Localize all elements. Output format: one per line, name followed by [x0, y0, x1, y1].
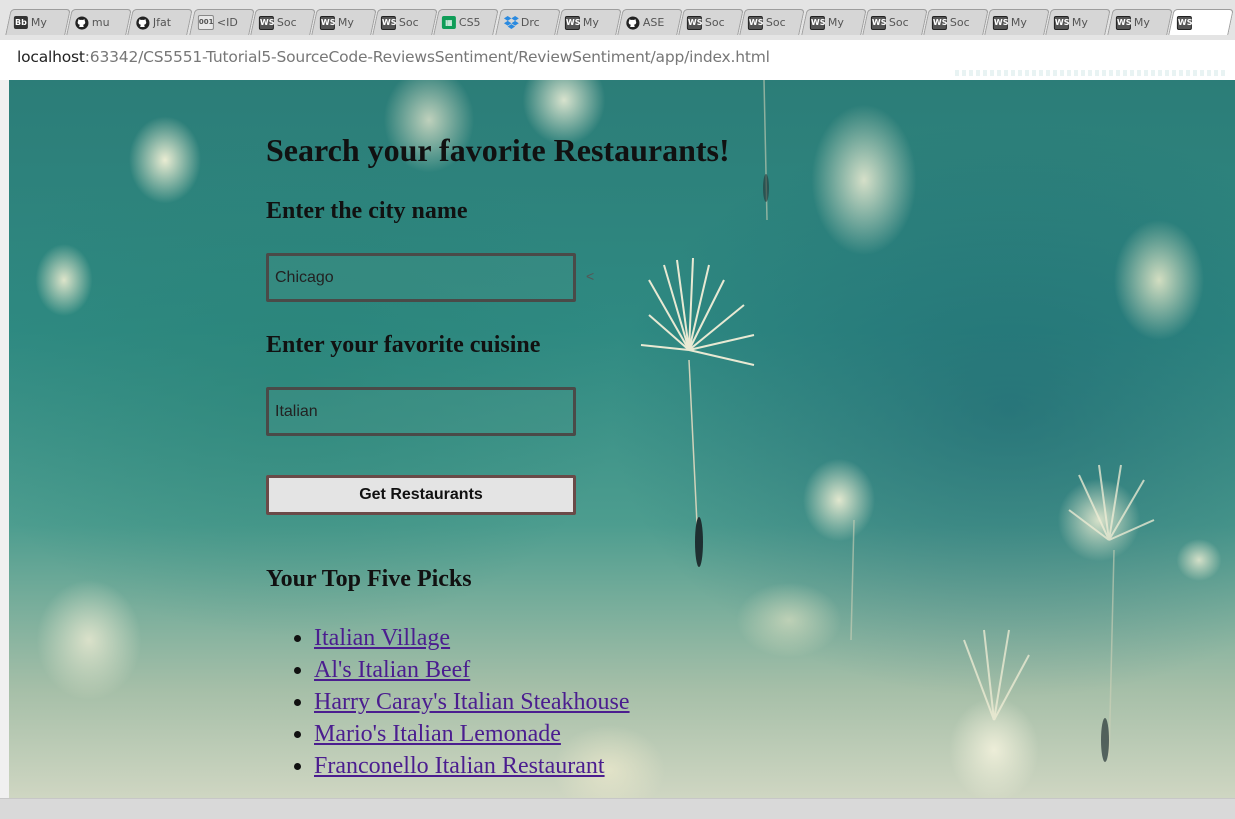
ws-icon: WS	[258, 15, 274, 30]
city-input-caret: <	[586, 268, 595, 284]
ws-icon: WS	[687, 15, 703, 30]
ws-icon: WS	[931, 15, 947, 30]
page-viewport: Search your favorite Restaurants! Enter …	[9, 80, 1235, 798]
cuisine-input[interactable]	[266, 387, 576, 436]
browser-tab-label: mu	[92, 16, 110, 29]
browser-tab-label: Soc	[399, 16, 419, 29]
browser-tab-strip: Bb My mu Jfat 001 <ID WS Soc WS My WS Soc ▦ CS5 Drc WS M…	[0, 0, 1235, 40]
ws-icon: WS	[1176, 15, 1192, 30]
cuisine-label: Enter your favorite cuisine	[266, 332, 541, 358]
browser-tab-label: My	[1072, 16, 1089, 29]
blackboard-icon: Bb	[13, 16, 28, 29]
restaurant-link[interactable]: Franconello Italian Restaurant	[314, 753, 605, 779]
browser-tab-label: My	[1133, 16, 1150, 29]
top-picks-list: Italian Village Al's Italian Beef Harry …	[266, 622, 630, 782]
list-item: Mario's Italian Lemonade	[314, 718, 630, 750]
url-path: :63342/CS5551-Tutorial5-SourceCode-Revie…	[84, 48, 770, 66]
browser-tab-label: Soc	[766, 16, 787, 29]
browser-tab[interactable]: WS Soc	[250, 9, 316, 35]
browser-tab[interactable]: WS Soc	[862, 9, 928, 35]
browser-tab[interactable]: WS My	[1106, 9, 1173, 35]
ws-icon: WS	[1115, 15, 1131, 30]
browser-tab-label: Jfat	[153, 16, 172, 29]
dropbox-icon	[503, 16, 519, 29]
restaurant-link[interactable]: Italian Village	[314, 625, 450, 651]
list-item: Italian Village	[314, 622, 630, 654]
url-host: localhost	[17, 48, 85, 66]
browser-tab[interactable]: WS My	[1045, 9, 1112, 35]
browser-tab-label: My	[1011, 16, 1028, 29]
get-restaurants-button[interactable]: Get Restaurants	[266, 475, 576, 515]
browser-tab[interactable]: WS Soc	[923, 9, 989, 35]
restaurant-link[interactable]: Al's Italian Beef	[314, 657, 470, 683]
browser-tab[interactable]: Jfat	[127, 9, 194, 35]
url-text[interactable]: localhost:63342/CS5551-Tutorial5-SourceC…	[17, 48, 770, 66]
browser-tab-label: My	[337, 16, 354, 29]
browser-tab[interactable]: WS My	[311, 9, 377, 35]
address-bar-decoration	[955, 70, 1225, 76]
browser-tab-label: CS5	[459, 16, 481, 29]
ws-icon: WS	[748, 15, 764, 30]
ws-icon: WS	[564, 15, 580, 30]
browser-tab[interactable]: WS My	[984, 9, 1050, 35]
browser-tab[interactable]: mu	[66, 9, 132, 35]
github-icon	[136, 16, 150, 30]
browser-tab[interactable]: Drc	[494, 9, 561, 35]
browser-tab-label: My	[582, 16, 599, 29]
browser-tab[interactable]: 001 <ID	[188, 9, 255, 35]
list-item: Harry Caray's Italian Steakhouse	[314, 686, 630, 718]
browser-tab-label: Soc	[276, 16, 297, 29]
browser-tab-label: My	[30, 16, 47, 29]
browser-tab[interactable]: WS Soc	[372, 9, 438, 35]
browser-tab-label: Drc	[520, 16, 540, 29]
browser-tab[interactable]: WS Soc	[678, 9, 744, 35]
ws-icon: WS	[319, 15, 335, 30]
browser-tab-label: <ID	[216, 16, 238, 29]
window-left-edge	[0, 80, 9, 798]
github-icon	[75, 16, 89, 30]
browser-tab[interactable]: WS Soc	[739, 9, 806, 35]
address-bar[interactable]: localhost:63342/CS5551-Tutorial5-SourceC…	[0, 40, 1235, 81]
ws-icon: WS	[993, 15, 1009, 30]
list-item: Al's Italian Beef	[314, 654, 630, 686]
restaurant-link[interactable]: Harry Caray's Italian Steakhouse	[314, 689, 630, 715]
browser-tab[interactable]: Bb My	[5, 9, 71, 35]
list-item: Franconello Italian Restaurant	[314, 750, 630, 782]
sheets-icon: ▦	[442, 16, 457, 29]
browser-tab[interactable]: ASE	[617, 9, 683, 35]
browser-tab-label: Soc	[888, 16, 909, 29]
ws-icon: WS	[381, 15, 397, 30]
ws-icon: WS	[809, 15, 825, 30]
ws-icon: WS	[1054, 15, 1070, 30]
dandelion-seed-icon	[640, 257, 755, 567]
browser-tab[interactable]: WS My	[800, 9, 867, 35]
city-input[interactable]	[266, 253, 576, 302]
city-label: Enter the city name	[266, 198, 468, 224]
restaurant-link[interactable]: Mario's Italian Lemonade	[314, 721, 561, 747]
page-title: Search your favorite Restaurants!	[266, 132, 730, 168]
browser-tab[interactable]: WS My	[556, 9, 622, 35]
browser-tab-label: Soc	[949, 16, 970, 29]
browser-tab[interactable]: ▦ CS5	[433, 9, 500, 35]
browser-tab[interactable]: WS	[1168, 9, 1234, 35]
browser-tab-label: Soc	[705, 16, 725, 29]
github-icon	[626, 16, 640, 30]
browser-tab-label: ASE	[642, 16, 665, 29]
ws-icon: WS	[870, 15, 886, 30]
top-picks-heading: Your Top Five Picks	[266, 566, 472, 592]
browser-tab-label: My	[827, 16, 844, 29]
horizontal-scrollbar[interactable]	[0, 798, 1235, 819]
document-icon: 001	[197, 15, 214, 30]
